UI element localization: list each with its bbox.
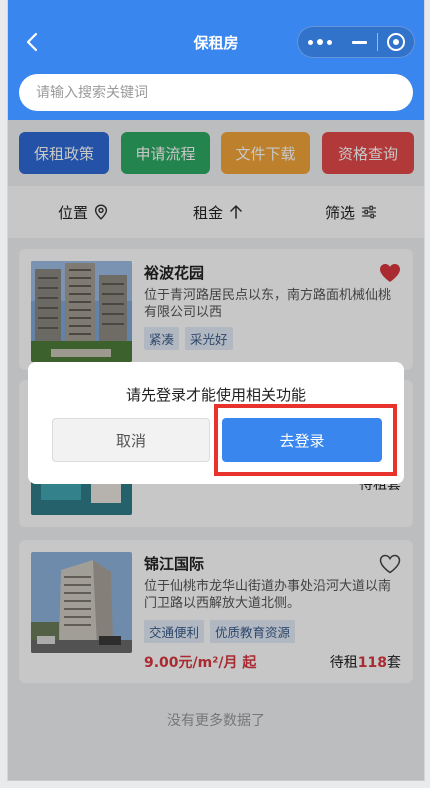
cancel-button[interactable]: 取消 [52, 418, 210, 462]
highlight-box [214, 404, 397, 476]
search-input[interactable] [19, 74, 413, 111]
modal-message: 请先登录才能使用相关功能 [125, 386, 306, 404]
minimize-icon[interactable] [342, 40, 378, 44]
nav-header: 保租房 [8, 0, 424, 120]
target-close-icon[interactable] [378, 33, 414, 51]
more-dots-icon[interactable] [298, 27, 342, 57]
app-frame: 保租房 保租政策 申请流程 文件下载 资格查询 位置 租金 筛选 [7, 0, 425, 781]
mini-program-capsule [297, 26, 415, 58]
